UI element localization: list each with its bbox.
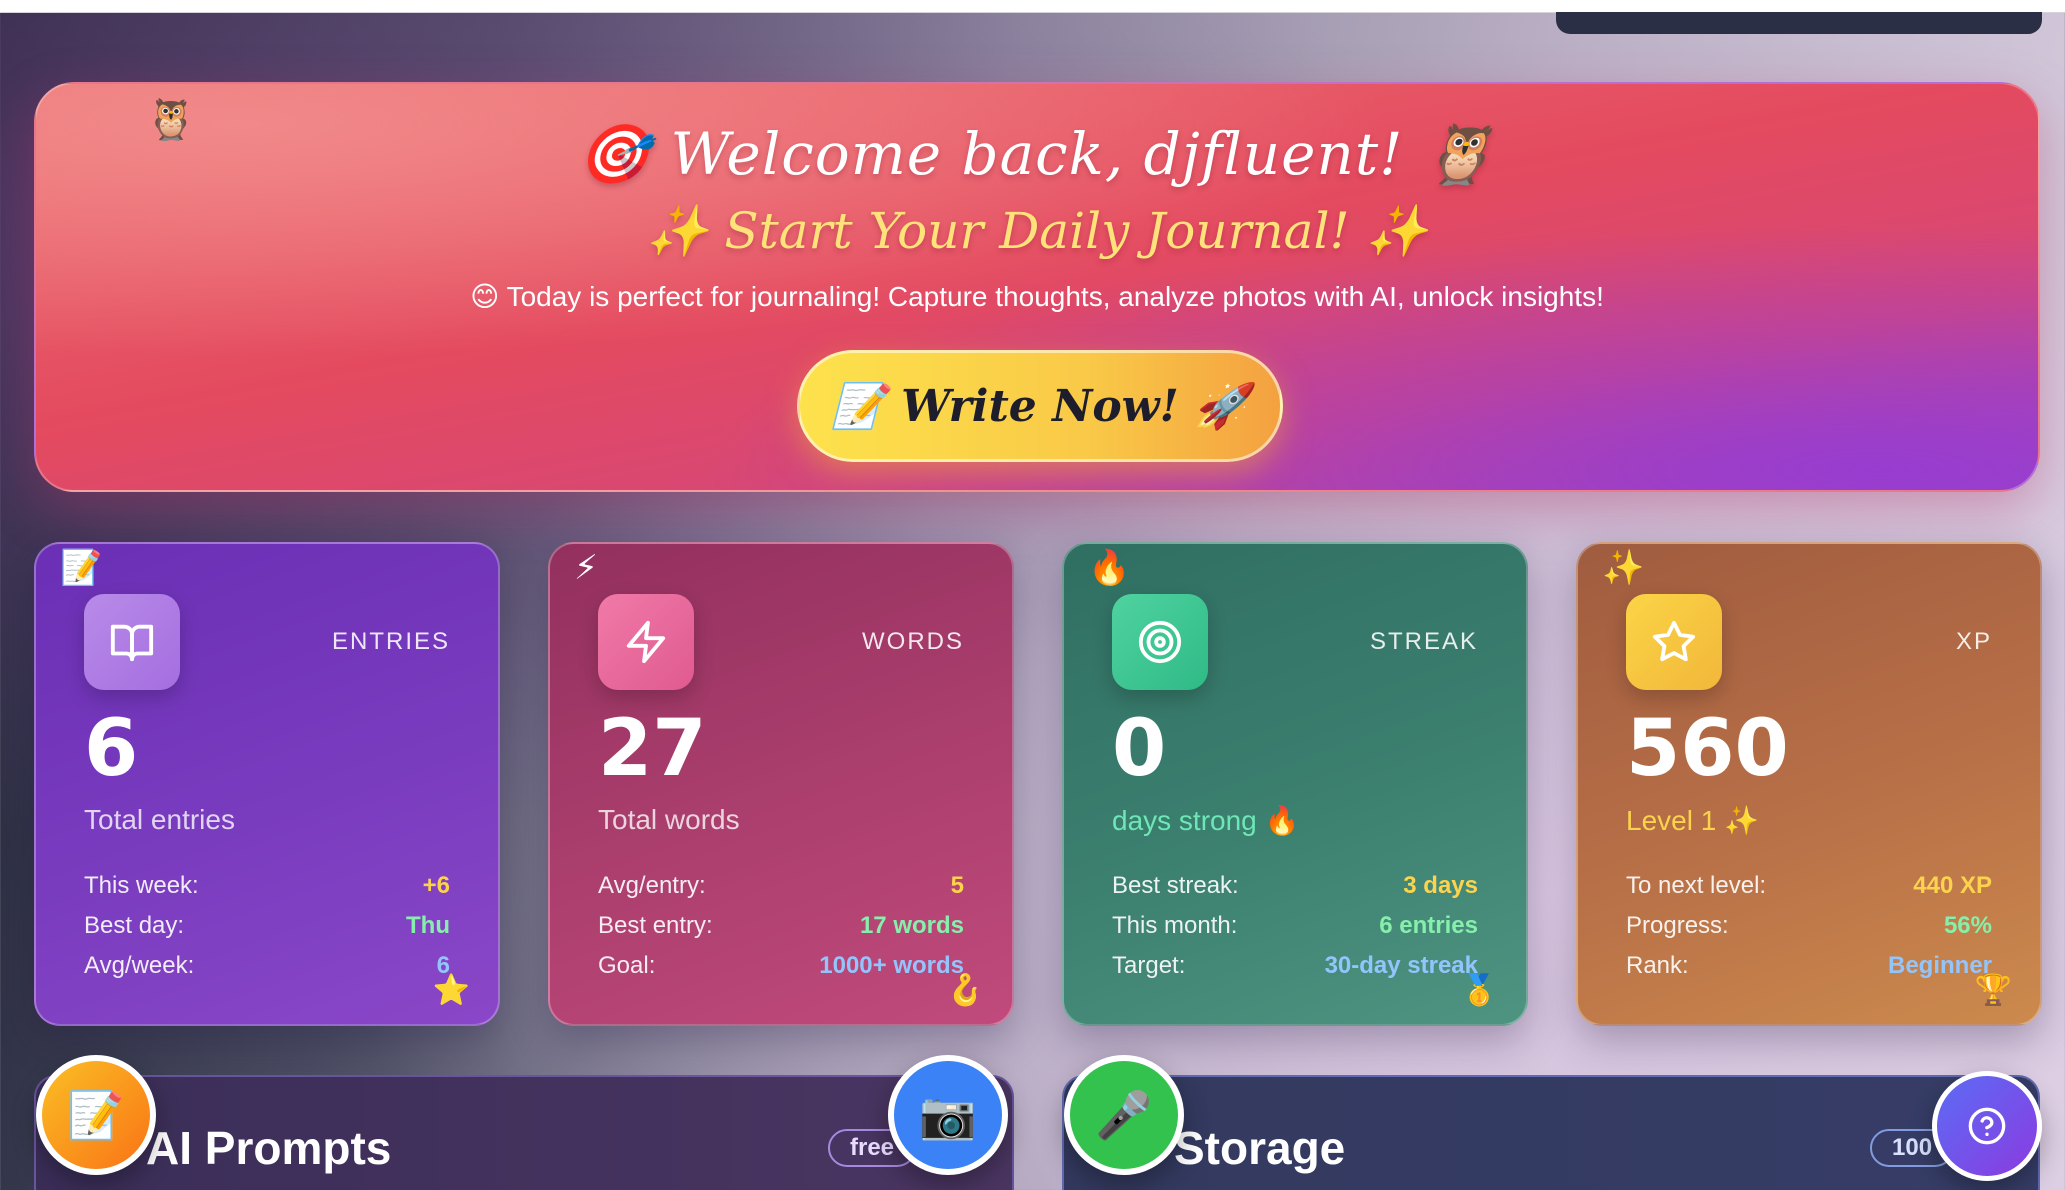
medal-icon: 🥇 bbox=[1460, 974, 1498, 1007]
xp-caption: Level 1 ✨ bbox=[1626, 805, 1759, 836]
write-now-button[interactable]: 📝 Write Now! 🚀 bbox=[797, 350, 1283, 462]
stat-value: 17 words bbox=[859, 912, 964, 939]
words-caption: Total words bbox=[598, 804, 740, 835]
storage-title: Storage bbox=[1174, 1122, 1346, 1174]
stat-key: Best day: bbox=[84, 912, 185, 939]
stat-row: Avg/entry: 5 bbox=[598, 866, 964, 906]
entries-value: 6 bbox=[84, 704, 139, 794]
stat-row: Best entry: 17 words bbox=[598, 906, 964, 946]
stat-row: Best streak: 3 days bbox=[1112, 866, 1478, 906]
target-icon bbox=[1112, 594, 1208, 690]
streak-card: 🔥 STREAK 0 days strong 🔥 Best streak: 3 … bbox=[1062, 542, 1528, 1026]
stat-key: To next level: bbox=[1626, 872, 1767, 899]
stat-key: This month: bbox=[1112, 912, 1238, 939]
hero-tagline: 😊 Today is perfect for journaling! Captu… bbox=[470, 281, 1604, 312]
help-button[interactable] bbox=[1932, 1071, 2042, 1181]
stat-row: To next level: 440 XP bbox=[1626, 866, 1992, 906]
stat-value: 6 entries bbox=[1379, 912, 1478, 939]
stat-row: Best day: Thu bbox=[84, 906, 450, 946]
lightning-icon: ⚡ bbox=[574, 549, 598, 587]
stat-key: Best entry: bbox=[598, 912, 713, 939]
stat-key: Progress: bbox=[1626, 912, 1729, 939]
star-outline-icon bbox=[1626, 594, 1722, 690]
fire-icon: 🔥 bbox=[1088, 549, 1131, 587]
hero-subtitle: ✨ Start Your Daily Journal! ✨ bbox=[646, 202, 1428, 260]
xp-card: ✨ XP 560 Level 1 ✨ To next level: 440 XP… bbox=[1576, 542, 2042, 1026]
entries-caption: Total entries bbox=[84, 804, 235, 835]
stat-value: 440 XP bbox=[1913, 872, 1992, 899]
welcome-title: 🎯 Welcome back, djfluent! 🦉 bbox=[577, 120, 1497, 188]
streak-caption: days strong 🔥 bbox=[1112, 805, 1300, 836]
stat-key: Avg/week: bbox=[84, 952, 195, 979]
write-fab-button[interactable]: 📝 bbox=[36, 1055, 156, 1175]
streak-label: STREAK bbox=[1369, 628, 1478, 655]
zap-icon bbox=[598, 594, 694, 690]
words-card: ⚡ WORDS 27 Total words Avg/entry: 5 Best… bbox=[548, 542, 1014, 1026]
stat-key: Target: bbox=[1112, 952, 1186, 979]
stat-row: Progress: 56% bbox=[1626, 906, 1992, 946]
stat-value: 30-day streak bbox=[1324, 952, 1478, 979]
trophy-icon: 🏆 bbox=[1974, 974, 2012, 1007]
xp-value: 560 bbox=[1626, 704, 1789, 794]
top-panel-edge bbox=[1556, 12, 2042, 34]
stat-value: 56% bbox=[1943, 912, 1992, 939]
xp-stats: To next level: 440 XP Progress: 56% Rank… bbox=[1626, 866, 1992, 986]
words-stats: Avg/entry: 5 Best entry: 17 words Goal: … bbox=[598, 866, 964, 986]
streak-stats: Best streak: 3 days This month: 6 entrie… bbox=[1112, 866, 1478, 986]
stat-row: Avg/week: 6 bbox=[84, 946, 450, 986]
entries-card: 📝 ENTRIES 6 Total entries This week: +6 … bbox=[34, 542, 500, 1026]
stat-key: Best streak: bbox=[1112, 872, 1239, 899]
camera-button[interactable]: 📷 bbox=[888, 1055, 1008, 1175]
storage-panel: Storage 100 bbox=[1062, 1075, 2040, 1190]
entries-stats: This week: +6 Best day: Thu Avg/week: 6 bbox=[84, 866, 450, 986]
star-icon: ⭐ bbox=[432, 974, 470, 1007]
words-label: WORDS bbox=[862, 628, 964, 655]
stat-key: Goal: bbox=[598, 952, 656, 979]
stat-row: This month: 6 entries bbox=[1112, 906, 1478, 946]
sparkles-icon: ✨ bbox=[1602, 549, 1645, 587]
stat-row: Target: 30-day streak bbox=[1112, 946, 1478, 986]
stat-value: 5 bbox=[950, 872, 964, 899]
help-icon bbox=[1968, 1107, 2006, 1145]
ai-prompts-title: AI Prompts bbox=[146, 1122, 392, 1174]
stat-key: This week: bbox=[84, 872, 199, 899]
hook-icon: 🪝 bbox=[946, 974, 984, 1007]
entries-label: ENTRIES bbox=[331, 628, 450, 655]
microphone-button[interactable]: 🎤 bbox=[1064, 1055, 1184, 1175]
stat-row: Goal: 1000+ words bbox=[598, 946, 964, 986]
ai-prompts-panel: AI Prompts free bbox=[34, 1075, 1014, 1190]
words-value: 27 bbox=[598, 704, 707, 794]
memo-icon: 📝 bbox=[60, 549, 103, 587]
stat-key: Avg/entry: bbox=[598, 872, 706, 899]
book-icon bbox=[84, 594, 180, 690]
stat-value: 3 days bbox=[1403, 872, 1478, 899]
stat-row: This week: +6 bbox=[84, 866, 450, 906]
stat-row: Rank: Beginner bbox=[1626, 946, 1992, 986]
stat-key: Rank: bbox=[1626, 952, 1689, 979]
xp-label: XP bbox=[1955, 628, 1992, 655]
welcome-hero: 🦉 🎯 Welcome back, djfluent! 🦉 ✨ Start Yo… bbox=[34, 82, 2040, 492]
stat-value: Thu bbox=[406, 912, 450, 939]
streak-value: 0 bbox=[1112, 704, 1167, 794]
stat-value: 1000+ words bbox=[819, 952, 964, 979]
stat-value: +6 bbox=[422, 872, 450, 899]
